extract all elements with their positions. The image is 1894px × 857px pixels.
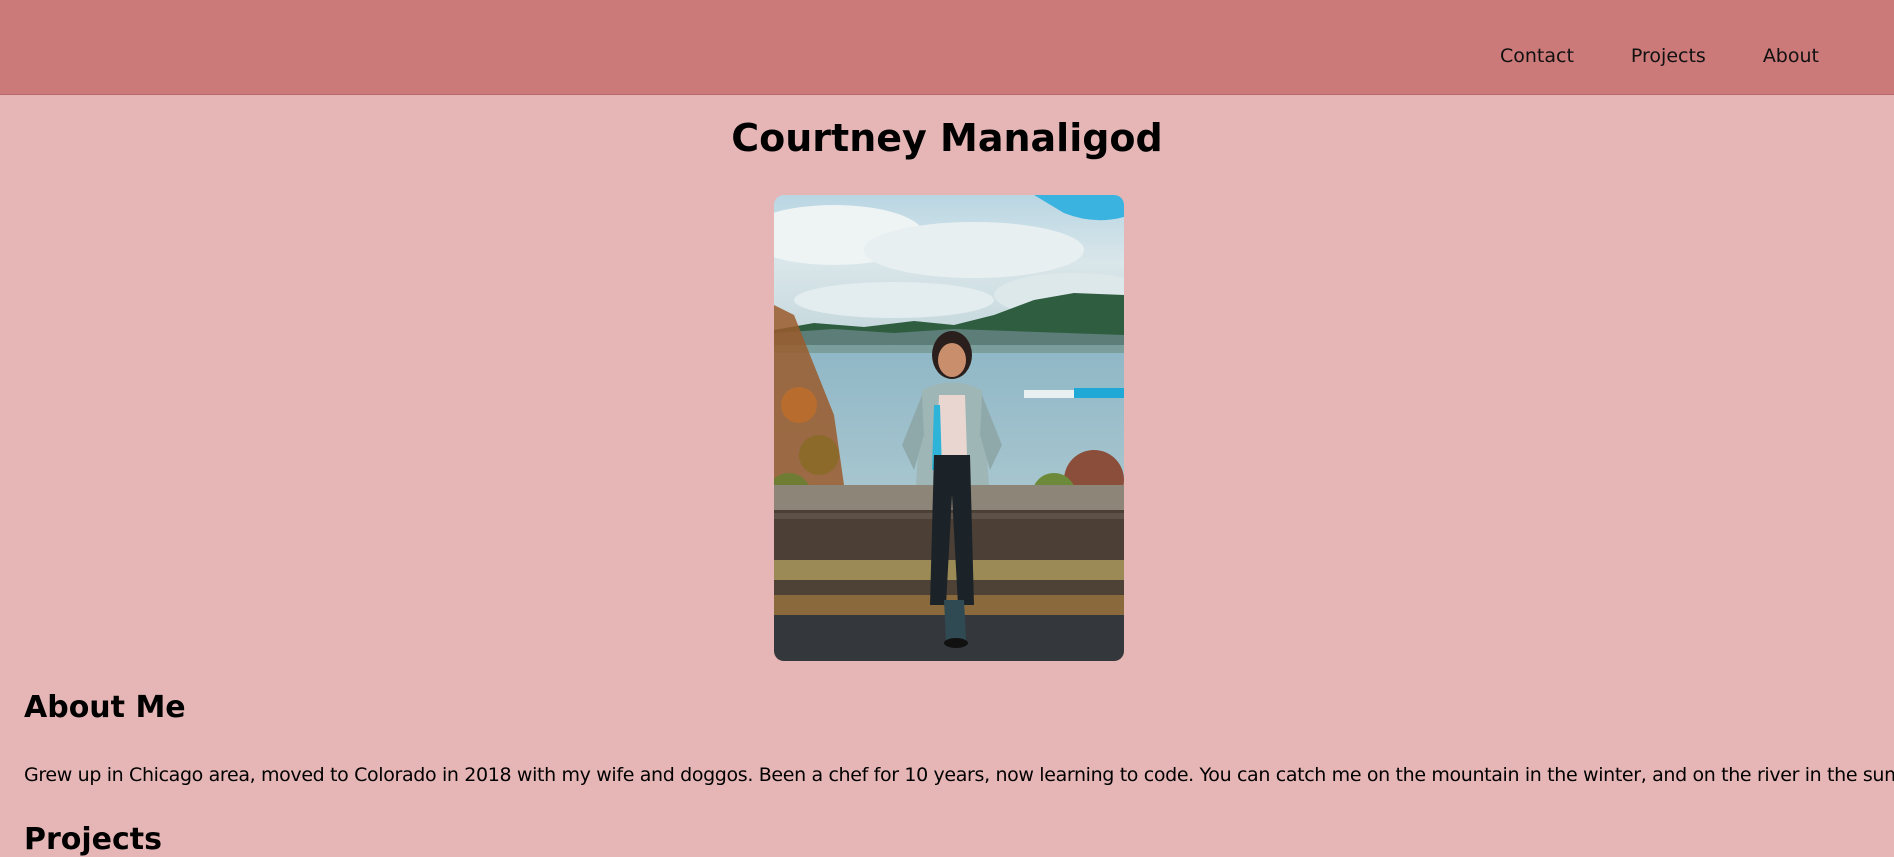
projects-heading: Projects xyxy=(24,822,163,857)
nav-link-projects[interactable]: Projects xyxy=(1631,42,1706,70)
about-heading: About Me xyxy=(24,690,186,725)
profile-photo xyxy=(774,195,1124,661)
nav-link-contact[interactable]: Contact xyxy=(1500,42,1574,70)
about-text: Grew up in Chicago area, moved to Colora… xyxy=(24,764,1894,786)
top-nav-bar: Contact Projects About xyxy=(0,0,1894,95)
nav-link-about[interactable]: About xyxy=(1763,42,1819,70)
page-title: Courtney Manaligod xyxy=(731,116,1163,160)
main-nav: Contact Projects About xyxy=(1443,42,1819,70)
